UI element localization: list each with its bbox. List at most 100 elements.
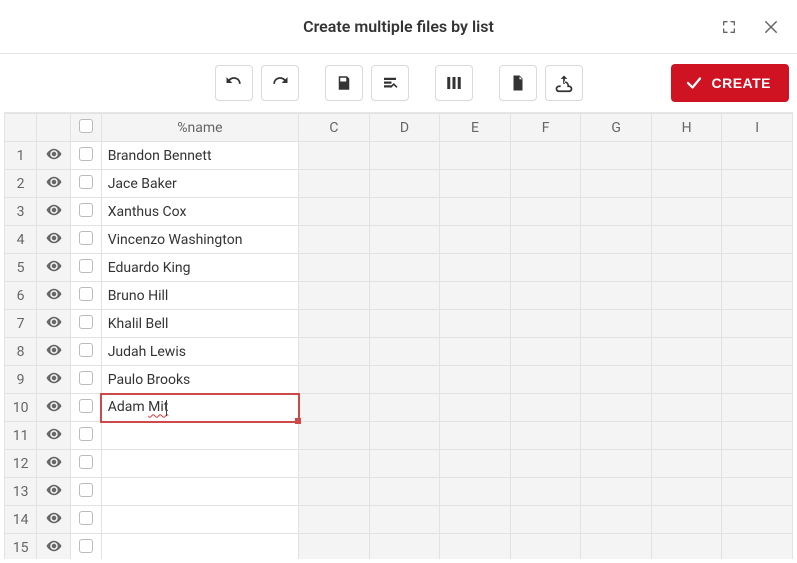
visibility-toggle[interactable]: [37, 142, 71, 170]
close-icon[interactable]: [753, 9, 789, 45]
empty-cell[interactable]: [440, 506, 511, 534]
empty-cell[interactable]: [369, 534, 440, 560]
empty-cell[interactable]: [581, 366, 652, 394]
visibility-toggle[interactable]: [37, 310, 71, 338]
col-header-i[interactable]: I: [722, 114, 793, 142]
empty-cell[interactable]: [369, 366, 440, 394]
row-checkbox[interactable]: [79, 203, 93, 217]
row-checkbox-cell[interactable]: [71, 254, 101, 282]
empty-cell[interactable]: [722, 450, 793, 478]
row-checkbox-cell[interactable]: [71, 506, 101, 534]
empty-cell[interactable]: [651, 506, 722, 534]
empty-cell[interactable]: [581, 422, 652, 450]
visibility-toggle[interactable]: [37, 534, 71, 560]
row-number[interactable]: 12: [5, 450, 37, 478]
empty-cell[interactable]: [369, 506, 440, 534]
empty-cell[interactable]: [299, 450, 370, 478]
visibility-toggle[interactable]: [37, 450, 71, 478]
empty-cell[interactable]: [581, 506, 652, 534]
row-number[interactable]: 15: [5, 534, 37, 560]
empty-cell[interactable]: [510, 366, 581, 394]
empty-cell[interactable]: [581, 310, 652, 338]
name-cell[interactable]: [101, 422, 299, 450]
row-checkbox[interactable]: [79, 175, 93, 189]
empty-cell[interactable]: [299, 254, 370, 282]
empty-cell[interactable]: [369, 170, 440, 198]
empty-cell[interactable]: [299, 226, 370, 254]
row-checkbox[interactable]: [79, 511, 93, 525]
visibility-toggle[interactable]: [37, 506, 71, 534]
empty-cell[interactable]: [440, 478, 511, 506]
empty-cell[interactable]: [581, 226, 652, 254]
row-number[interactable]: 8: [5, 338, 37, 366]
empty-cell[interactable]: [440, 170, 511, 198]
name-cell[interactable]: Brandon Bennett: [101, 142, 299, 170]
visibility-toggle[interactable]: [37, 198, 71, 226]
empty-cell[interactable]: [651, 478, 722, 506]
row-checkbox[interactable]: [79, 315, 93, 329]
row-checkbox[interactable]: [79, 371, 93, 385]
empty-cell[interactable]: [722, 478, 793, 506]
empty-cell[interactable]: [581, 478, 652, 506]
row-number[interactable]: 4: [5, 226, 37, 254]
row-checkbox-cell[interactable]: [71, 366, 101, 394]
col-header-g[interactable]: G: [581, 114, 652, 142]
col-header-d[interactable]: D: [369, 114, 440, 142]
select-all-checkbox[interactable]: [79, 119, 93, 133]
empty-cell[interactable]: [581, 170, 652, 198]
empty-cell[interactable]: [440, 198, 511, 226]
empty-cell[interactable]: [299, 282, 370, 310]
empty-cell[interactable]: [369, 338, 440, 366]
row-checkbox-cell[interactable]: [71, 450, 101, 478]
empty-cell[interactable]: [299, 338, 370, 366]
row-checkbox-cell[interactable]: [71, 170, 101, 198]
row-checkbox-cell[interactable]: [71, 394, 101, 422]
row-checkbox[interactable]: [79, 539, 93, 553]
empty-cell[interactable]: [369, 226, 440, 254]
row-number[interactable]: 2: [5, 170, 37, 198]
select-all-header[interactable]: [71, 114, 101, 142]
empty-cell[interactable]: [510, 226, 581, 254]
row-checkbox-cell[interactable]: [71, 142, 101, 170]
empty-cell[interactable]: [510, 198, 581, 226]
empty-cell[interactable]: [440, 254, 511, 282]
row-checkbox[interactable]: [79, 399, 93, 413]
empty-cell[interactable]: [651, 534, 722, 560]
empty-cell[interactable]: [651, 422, 722, 450]
row-number[interactable]: 5: [5, 254, 37, 282]
name-cell[interactable]: Eduardo King: [101, 254, 299, 282]
empty-cell[interactable]: [369, 394, 440, 422]
row-checkbox[interactable]: [79, 455, 93, 469]
corner-cell[interactable]: [5, 114, 37, 142]
empty-cell[interactable]: [510, 310, 581, 338]
empty-cell[interactable]: [299, 310, 370, 338]
row-checkbox[interactable]: [79, 483, 93, 497]
empty-cell[interactable]: [299, 506, 370, 534]
empty-cell[interactable]: [369, 450, 440, 478]
row-number[interactable]: 1: [5, 142, 37, 170]
empty-cell[interactable]: [440, 310, 511, 338]
row-checkbox-cell[interactable]: [71, 338, 101, 366]
visibility-toggle[interactable]: [37, 478, 71, 506]
empty-cell[interactable]: [651, 338, 722, 366]
empty-cell[interactable]: [581, 254, 652, 282]
empty-cell[interactable]: [369, 142, 440, 170]
empty-cell[interactable]: [369, 198, 440, 226]
empty-cell[interactable]: [299, 422, 370, 450]
name-cell[interactable]: Bruno Hill: [101, 282, 299, 310]
empty-cell[interactable]: [651, 366, 722, 394]
empty-cell[interactable]: [510, 478, 581, 506]
empty-cell[interactable]: [581, 198, 652, 226]
visibility-toggle[interactable]: [37, 282, 71, 310]
empty-cell[interactable]: [510, 394, 581, 422]
empty-cell[interactable]: [440, 338, 511, 366]
empty-cell[interactable]: [440, 226, 511, 254]
empty-cell[interactable]: [722, 422, 793, 450]
upload-button[interactable]: [545, 65, 583, 101]
empty-cell[interactable]: [510, 422, 581, 450]
empty-cell[interactable]: [369, 422, 440, 450]
empty-cell[interactable]: [722, 282, 793, 310]
empty-cell[interactable]: [581, 394, 652, 422]
row-number[interactable]: 6: [5, 282, 37, 310]
row-number[interactable]: 3: [5, 198, 37, 226]
